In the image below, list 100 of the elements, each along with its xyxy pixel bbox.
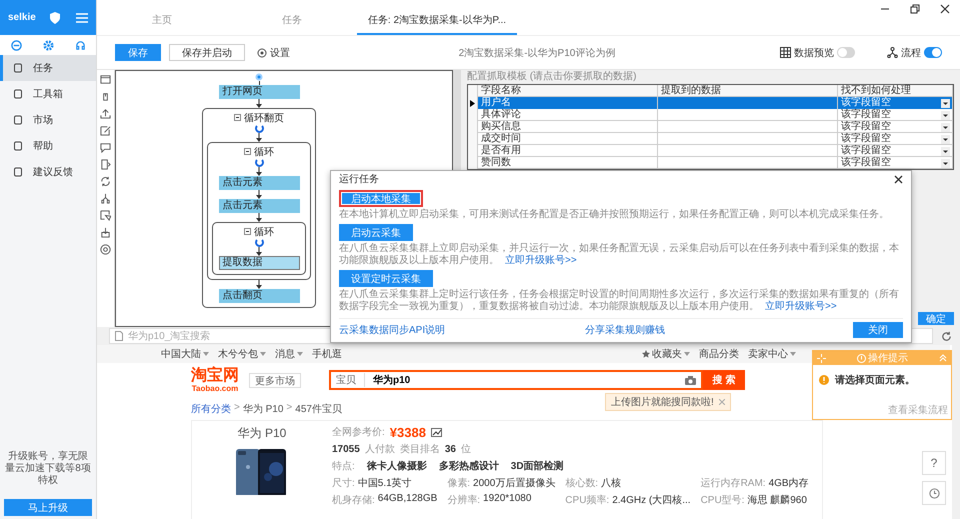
tab[interactable]: 任务: 2淘宝数据采集-以华为P... — [357, 13, 517, 35]
search-scope-dropdown[interactable]: 宝贝 — [336, 373, 365, 387]
toggle-switch[interactable] — [837, 47, 855, 58]
loop-icon — [254, 158, 264, 167]
table-cell: 赞同数 — [478, 157, 658, 169]
sidebar-item[interactable]: 市场 — [0, 107, 96, 133]
flow-step[interactable]: 打开网页 — [218, 85, 300, 99]
sidebar-item[interactable]: 工具箱 — [0, 81, 96, 107]
result-count: 457件宝贝 — [295, 402, 342, 416]
save-start-button[interactable]: 保存并启动 — [169, 44, 245, 61]
top-bar-link[interactable]: 木兮兮包 — [218, 347, 258, 361]
market-dropdown[interactable]: 更多市场 — [249, 372, 301, 388]
spec-value: 2.4GHz (大四核... — [612, 494, 691, 507]
collapse-icon[interactable] — [244, 148, 251, 155]
spec-value: 中国5.1英寸 — [358, 476, 412, 490]
feature-tag: 徕卡人像摄影 — [366, 459, 427, 473]
sidebar-item[interactable]: 帮助 — [0, 133, 96, 159]
spec-label: 分辨率: — [447, 494, 480, 507]
help-button[interactable]: ? — [922, 451, 946, 475]
loop-label: 循环翻页 — [244, 112, 284, 124]
caret-icon[interactable] — [260, 352, 266, 356]
buyer-label: 人付款 — [364, 443, 395, 456]
flow-step[interactable]: 点击翻页 — [218, 289, 300, 303]
caret-icon[interactable] — [684, 352, 690, 356]
flow-step[interactable]: 点击元素 — [218, 176, 300, 190]
flow-step[interactable]: 点击元素 — [218, 199, 300, 213]
dropdown-icon[interactable] — [941, 158, 950, 168]
close-icon[interactable] — [940, 4, 950, 14]
breadcrumb-link[interactable]: 华为 P10 — [242, 402, 284, 416]
flow-step[interactable]: 提取数据 — [218, 256, 300, 270]
network-icon[interactable] — [100, 193, 111, 204]
toggle-switch[interactable] — [924, 47, 942, 58]
arrow-connector — [255, 247, 263, 256]
top-bar-link[interactable]: 中国大陆 — [161, 347, 201, 361]
caret-icon[interactable] — [297, 352, 303, 356]
top-bar-link[interactable]: 商品分类 — [699, 347, 739, 361]
cursor-icon[interactable] — [100, 210, 111, 221]
footer-link[interactable]: 云采集数据同步API说明 — [339, 323, 446, 337]
settings-icon[interactable] — [42, 40, 54, 50]
upgrade-link[interactable]: 立即升级账号>> — [505, 255, 577, 266]
restore-icon[interactable] — [910, 4, 920, 14]
dropdown-icon[interactable] — [941, 146, 950, 156]
spec-value: 海思 麒麟960 — [747, 494, 807, 507]
file-icon[interactable] — [100, 159, 111, 170]
hint-message: 请选择页面元素。 — [835, 374, 915, 387]
breadcrumb-separator: > — [286, 402, 292, 415]
top-bar-link[interactable]: 消息 — [275, 347, 295, 361]
buyer-count: 17055 — [332, 444, 360, 454]
upgrade-link[interactable]: 立即升级账号>> — [765, 301, 837, 312]
caret-icon[interactable] — [790, 352, 796, 356]
breadcrumb-link[interactable]: 所有分类 — [191, 402, 231, 416]
arrow-connector — [255, 133, 263, 142]
dropdown-icon[interactable] — [941, 134, 950, 144]
scrollbar[interactable] — [952, 345, 960, 519]
dropdown-icon[interactable] — [941, 110, 950, 120]
refresh-icon[interactable] — [100, 176, 111, 187]
close-icon[interactable] — [894, 174, 903, 184]
row-pointer-icon — [470, 100, 475, 106]
settings-button[interactable]: 设置 — [253, 44, 294, 61]
top-bar-link[interactable]: 收藏夹 — [652, 347, 682, 361]
loop-box[interactable]: 循环 提取数据 — [212, 222, 306, 275]
collapse-icon[interactable] — [234, 114, 241, 121]
edit-icon[interactable] — [100, 125, 111, 136]
camera-icon[interactable] — [685, 376, 696, 384]
nav-icon — [13, 89, 23, 99]
trend-chart-icon[interactable] — [430, 428, 442, 436]
spec-value: 1920*1080 — [483, 493, 532, 506]
top-bar-link[interactable]: 卖家中心 — [748, 347, 788, 361]
arrow-connector — [255, 280, 263, 289]
spec-label: CPU频率: — [565, 494, 610, 507]
dropdown-icon[interactable] — [941, 122, 950, 132]
page-icon — [115, 331, 123, 341]
history-button[interactable] — [922, 481, 946, 505]
record-icon[interactable] — [100, 244, 111, 255]
nav-icon — [13, 63, 23, 73]
spec-label: CPU型号: — [700, 494, 744, 507]
spec-value: 八核 — [601, 476, 622, 490]
sidebar-item[interactable]: 任务 — [0, 55, 96, 81]
footer-link[interactable]: 分享采集规则赚钱 — [585, 323, 666, 337]
dropdown-icon[interactable] — [941, 98, 950, 108]
upgrade-text: 升级账号，享无限量云加速下载等8项特权 — [4, 451, 92, 487]
collapse-icon[interactable] — [244, 228, 251, 235]
window-icon[interactable] — [100, 74, 111, 85]
nav-icon — [13, 141, 23, 151]
network-icon — [887, 47, 898, 58]
caret-icon[interactable] — [203, 352, 209, 356]
sidebar-item[interactable]: 建议反馈 — [0, 159, 96, 185]
headset-icon[interactable] — [74, 40, 86, 50]
loop-box[interactable]: 循环翻页 循环 点击元素 点击元素 循环 提取数据 点击翻页 — [202, 108, 316, 308]
loop-box[interactable]: 循环 点击元素 点击元素 循环 提取数据 — [207, 142, 311, 280]
download-icon[interactable] — [100, 227, 111, 238]
refresh-icon[interactable] — [941, 330, 952, 342]
top-bar-link[interactable]: 手机逛 — [312, 347, 342, 361]
menu-icon[interactable] — [76, 12, 88, 22]
comment-icon[interactable] — [100, 142, 111, 153]
upload-icon[interactable] — [100, 108, 111, 119]
toggle-label: 流程 — [901, 46, 921, 60]
search-field[interactable]: 宝贝 华为p10 — [329, 370, 703, 390]
feature-tag: 多彩热感设计 — [438, 459, 499, 473]
loop-label: 循环 — [254, 146, 274, 158]
